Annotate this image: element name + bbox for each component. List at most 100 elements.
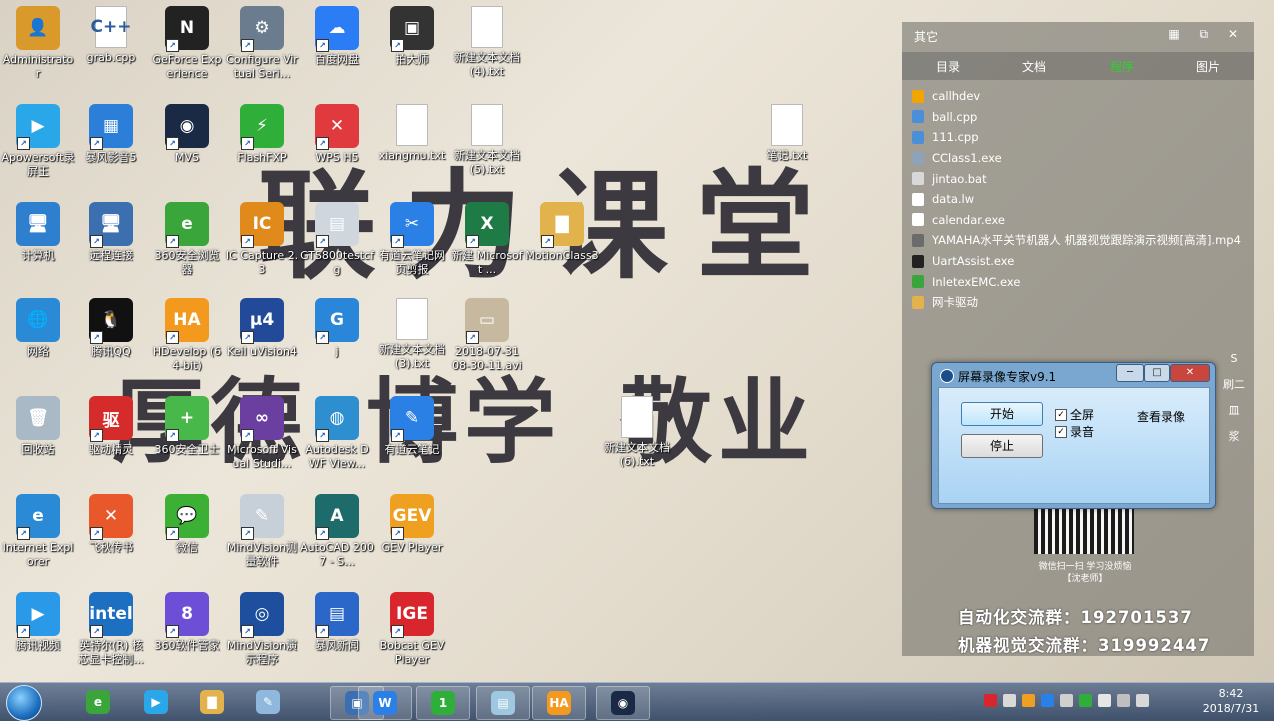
audio-checkbox[interactable]: ✓ 录音 [1055,423,1094,440]
file-list-item[interactable]: calendar.exe [912,210,1252,231]
desktop-icon[interactable]: IC ↗ IC Capture 2.3 [225,202,299,277]
start-button[interactable] [6,685,42,721]
desktop-icon[interactable]: ◉ ↗ MVS [150,104,224,165]
shortcut-arrow-icon: ↗ [241,235,254,248]
desktop-icon[interactable]: μ4 ↗ Keil uVision4 [225,298,299,359]
stop-record-button[interactable]: 停止 [961,434,1043,458]
taskbar-app-wps[interactable]: W [358,686,412,720]
desktop-icon[interactable]: IGE ↗ Bobcat GEV Player [375,592,449,667]
tray-bluetooth-icon[interactable] [1041,694,1054,707]
desktop-icon[interactable]: ⚙ ↗ Configure Virtual Seri... [225,6,299,81]
desktop-icon[interactable]: 💬 ↗ 微信 [150,494,224,555]
desktop-icon[interactable]: ✎ ↗ MindVision测量软件 [225,494,299,569]
desktop-icon[interactable]: A ↗ AutoCAD 2007 - S... [300,494,374,569]
desktop-icon[interactable]: 🗑 回收站 [1,396,75,457]
app-icon [396,104,428,146]
desktop-icon[interactable]: N ↗ GeForce Experience [150,6,224,81]
close-button[interactable]: ✕ [1170,364,1210,382]
desktop-icon[interactable]: ☁ ↗ 百度网盘 [300,6,374,67]
taskbar-app-gts[interactable]: ▤ [476,686,530,720]
rail-item[interactable]: 皿 [1216,398,1252,424]
desktop-icon[interactable]: + ↗ 360安全卫士 [150,396,224,457]
desktop-icon[interactable]: ⚡ ↗ FlashFXP [225,104,299,165]
file-list-item[interactable]: CClass1.exe [912,148,1252,169]
desktop-icon[interactable]: e ↗ 360安全浏览器 [150,202,224,277]
taskbar-app-notepad-green[interactable]: 1 [416,686,470,720]
tab-pictures[interactable]: 图片 [1168,58,1248,75]
tab-documents[interactable]: 文档 [994,58,1074,75]
file-name: data.lw [932,192,975,207]
desktop-icon[interactable]: xiangmu.txt [375,104,449,163]
desktop-icon[interactable]: ◎ ↗ MindVision演示程序 [225,592,299,667]
desktop-icon[interactable]: 笔记.txt [750,104,824,163]
desktop-icon[interactable]: intel ↗ 英特尔(R) 核芯显卡控制... [74,592,148,667]
desktop-icon[interactable]: G ↗ j [300,298,374,359]
desktop-icon[interactable]: X ↗ 新建 Microsoft ... [450,202,524,277]
file-list-item[interactable]: jintao.bat [912,168,1252,189]
desktop-icon[interactable]: 🖥 ↗ 远程连接 [74,202,148,263]
tab-programs[interactable]: 程序 [1082,58,1162,75]
view-recordings-button[interactable]: 查看录像 [1137,408,1185,425]
desktop-icon[interactable]: e ↗ Internet Explorer [1,494,75,569]
desktop-icon[interactable]: ▶ ↗ Apowersoft录屏王 [1,104,75,179]
rail-item[interactable]: 刷二 [1216,372,1252,398]
desktop-icon[interactable]: ▭ ↗ 2018-07-31 08-30-11.avi [450,298,524,373]
rail-item[interactable]: 浆 [1216,424,1252,450]
taskbar-app-explorer[interactable]: ▇ [186,686,238,718]
desktop-icon[interactable]: 🌐 网络 [1,298,75,359]
desktop-icon[interactable]: 新建文本文档 (6).txt [600,396,674,469]
tray-security-icon[interactable] [1098,694,1111,707]
desktop-icon[interactable]: ▶ ↗ 腾讯视频 [1,592,75,653]
desktop-icon[interactable]: ✎ ↗ 有道云笔记 [375,396,449,457]
tab-directory[interactable]: 目录 [908,58,988,75]
desktop-icon[interactable]: ▦ ↗ 暴风影音5 [74,104,148,165]
desktop-icon[interactable]: ✕ ↗ 飞秋传书 [74,494,148,555]
desktop-icon[interactable]: ◍ ↗ Autodesk DWF View... [300,396,374,471]
desktop-icon[interactable]: ▤ ↗ GTS800testcfg [300,202,374,277]
desktop-icon[interactable]: GEV ↗ GEV Player [375,494,449,555]
file-list-item[interactable]: UartAssist.exe [912,251,1252,272]
desktop-icon[interactable]: ∞ ↗ Microsoft Visual Studi... [225,396,299,471]
desktop-icon[interactable]: 🐧 ↗ 腾讯QQ [74,298,148,359]
tray-recorder-icon[interactable] [984,694,997,707]
tray-keyboard-icon[interactable] [1060,694,1073,707]
desktop-icon[interactable]: ▣ ↗ 拍大师 [375,6,449,67]
tray-pen-icon[interactable] [1003,694,1016,707]
file-list-item[interactable]: InletexEMC.exe [912,271,1252,292]
desktop-icon[interactable]: 新建文本文档 (3).txt [375,298,449,371]
desktop-icon[interactable]: 新建文本文档 (4).txt [450,6,524,79]
maximize-button[interactable]: □ [1144,364,1170,382]
desktop-icon[interactable]: HA ↗ HDevelop (64-bit) [150,298,224,373]
minimize-button[interactable]: ─ [1116,364,1144,382]
desktop-icon[interactable]: ▤ ↗ 暴风新闻 [300,592,374,653]
desktop-icon[interactable]: C++ grab.cpp [74,6,148,65]
desktop-icon[interactable]: 👤 Administrator [1,6,75,81]
tray-nvidia-icon[interactable] [1079,694,1092,707]
taskbar-app-paint[interactable]: ✎ [242,686,294,718]
tray-flag-icon[interactable] [1022,694,1035,707]
file-list-item[interactable]: callhdev [912,86,1252,107]
desktop-icon[interactable]: ▇ ↗ MotionClass3 [525,202,599,263]
taskbar-app-apowersoft[interactable]: ▶ [130,686,182,718]
desktop-icon[interactable]: 🖥 计算机 [1,202,75,263]
file-list-item[interactable]: 网卡驱动 [912,292,1252,313]
tray-volume-icon[interactable] [1136,694,1149,707]
taskbar-app-360-browser[interactable]: e [72,686,124,718]
start-record-button[interactable]: 开始 [961,402,1043,426]
desktop-icon[interactable]: ✂ ↗ 有道云笔记网页剪报 [375,202,449,277]
desktop-icon[interactable]: 驱 ↗ 驱动精灵 [74,396,148,457]
desktop-icon[interactable]: ✕ ↗ WPS H5 [300,104,374,165]
taskbar-app-hdevelop[interactable]: HA [532,686,586,720]
file-list-item[interactable]: data.lw [912,189,1252,210]
file-list-item[interactable]: ball.cpp [912,107,1252,128]
desktop-icon[interactable]: 新建文本文档 (5).txt [450,104,524,177]
file-list-item[interactable]: YAMAHA水平关节机器人 机器视觉跟踪演示视频[高清].mp4 [912,230,1252,251]
taskbar-clock[interactable]: 8:42 2018/7/31 [1197,686,1265,716]
rail-item[interactable]: S [1216,346,1252,372]
tray-network-icon[interactable] [1117,694,1130,707]
fullscreen-checkbox[interactable]: ✓ 全屏 [1055,406,1094,423]
file-list-item[interactable]: 111.cpp [912,127,1252,148]
taskbar-app-mvs[interactable]: ◉ [596,686,650,720]
panel-controls[interactable]: ▦ ⧉ ✕ [1168,27,1246,42]
desktop-icon[interactable]: 8 ↗ 360软件管家 [150,592,224,653]
